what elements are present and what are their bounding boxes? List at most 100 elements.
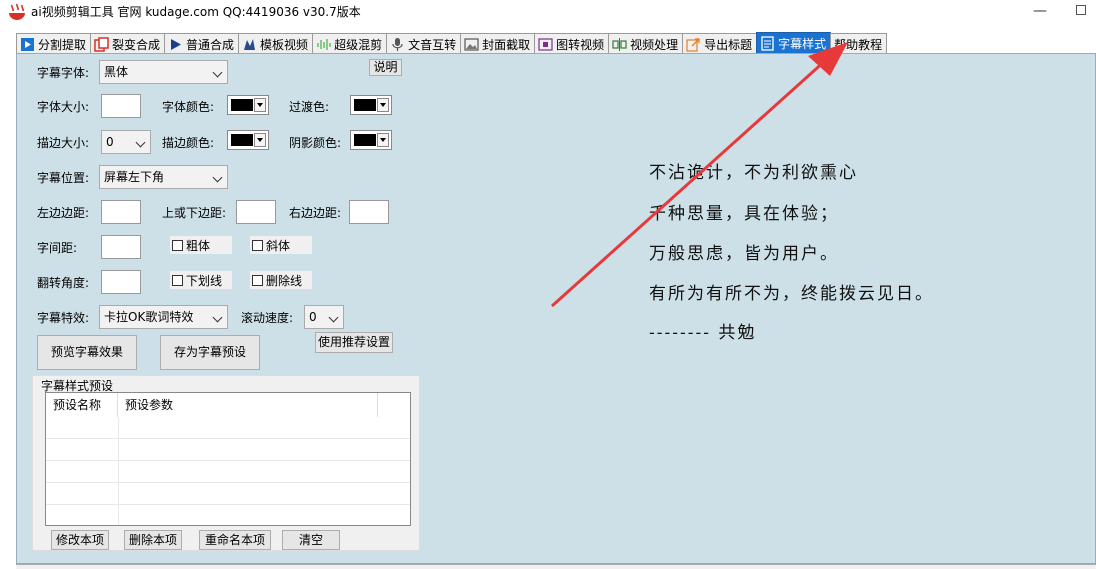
preview-line: 有所为有所不为，终能拨云见日。 [649,284,934,304]
microphone-icon [390,37,405,52]
strikethrough-checkbox[interactable]: 删除线 [250,271,312,289]
modify-preset-button[interactable]: 修改本项 [51,530,109,550]
stroke-color-label: 描边颜色: [162,136,215,150]
preview-line: -------- 共勉 [649,323,757,343]
tab-bar: 分割提取 裂变合成 普通合成 模板视频 超级混剪 文音互转 封面截取 图转视频 … [16,32,888,54]
scroll-speed-value: 0 [309,310,317,324]
tab-label: 字幕样式 [778,37,827,51]
preview-subtitle-button[interactable]: 预览字幕效果 [37,335,137,370]
strikethrough-label: 删除线 [266,273,303,288]
stroke-size-label: 描边大小: [37,136,90,150]
maximize-button[interactable] [1076,5,1086,15]
italic-label: 斜体 [266,238,291,253]
tab-normal-compose[interactable]: 普通合成 [164,33,240,54]
scroll-speed-select[interactable]: 0 [304,305,344,329]
italic-checkbox[interactable]: 斜体 [250,236,312,254]
save-preset-button[interactable]: 存为字幕预设 [160,335,260,370]
column-header-params[interactable]: 预设参数 [118,393,378,417]
tab-super-mix[interactable]: 超级混剪 [312,33,388,54]
subtitle-icon [760,36,775,51]
underline-checkbox[interactable]: 下划线 [170,271,232,289]
delete-preset-button[interactable]: 删除本项 [124,530,182,550]
tab-split-extract[interactable]: 分割提取 [16,33,92,54]
checkbox-box [252,239,263,251]
minimize-button[interactable]: — [1030,2,1050,20]
rename-preset-button[interactable]: 重命名本项 [199,530,271,550]
transition-color-label: 过渡色: [289,100,330,114]
tab-image-to-video[interactable]: 图转视频 [534,33,610,54]
color-swatch [354,134,376,146]
shadow-color-picker[interactable] [350,130,392,150]
help-button[interactable]: 说明 [369,59,402,76]
preset-groupbox: 字幕样式预设 预设名称 预设参数 修改本项 删除本项 重命名本项 清空 [32,375,420,551]
image-icon [464,37,479,52]
use-recommended-button[interactable]: 使用推荐设置 [315,332,393,353]
color-swatch [231,99,253,111]
underline-label: 下划线 [186,273,223,288]
font-color-label: 字体颜色: [162,100,215,114]
tab-label: 普通合成 [186,37,235,52]
effect-select[interactable]: 卡拉OK歌词特效 [99,305,228,329]
title-bar: ai视频剪辑工具 官网 kudage.com QQ:4419036 v30.7版… [0,0,1096,26]
stroke-size-value: 0 [106,135,114,149]
effect-select-value: 卡拉OK歌词特效 [104,310,194,324]
dropdown-arrow-icon [254,133,266,147]
tab-label: 超级混剪 [334,37,383,52]
tab-cover-capture[interactable]: 封面截取 [460,33,536,54]
scroll-speed-label: 滚动速度: [241,311,294,325]
position-select[interactable]: 屏幕左下角 [99,165,228,189]
tab-video-process[interactable]: 视频处理 [608,33,684,54]
bottom-strip [16,564,1096,569]
tab-help-tutorial[interactable]: 帮助教程 [830,33,888,54]
font-color-picker[interactable] [227,95,269,115]
vertical-margin-label: 上或下边距: [162,206,227,220]
tab-label: 帮助教程 [834,37,883,52]
column-header-name[interactable]: 预设名称 [46,393,118,417]
preview-line: 不沾诡计，不为利欲熏心 [649,163,858,183]
vertical-margin-input[interactable] [236,200,276,224]
left-margin-input[interactable] [101,200,141,224]
tab-text-audio[interactable]: 文音互转 [386,33,462,54]
stroke-color-picker[interactable] [227,130,269,150]
color-swatch [354,99,376,111]
app-logo-icon [9,3,25,20]
waveform-icon [316,37,331,52]
row-divider [46,504,410,505]
preview-line: 千种思量，具在体验； [649,204,839,224]
stroke-size-select[interactable]: 0 [101,130,151,154]
dropdown-arrow-icon [377,133,389,147]
letter-spacing-input[interactable] [101,235,141,259]
dropdown-arrow-icon [377,98,389,112]
right-margin-label: 右边边距: [289,206,342,220]
preview-line: 万般思虑，皆为用户。 [649,244,839,264]
preset-table[interactable]: 预设名称 预设参数 [45,392,411,526]
checkbox-box [172,239,183,251]
right-margin-input[interactable] [349,200,389,224]
font-size-input[interactable] [101,94,141,118]
font-select-value: 黑体 [104,65,129,79]
transition-color-picker[interactable] [350,95,392,115]
chevron-down-icon [212,172,223,183]
dropdown-arrow-icon [254,98,266,112]
template-icon [242,37,257,52]
tab-label: 分割提取 [38,37,87,52]
chevron-down-icon [135,137,146,148]
tab-fission-compose[interactable]: 裂变合成 [90,33,166,54]
bold-checkbox[interactable]: 粗体 [170,236,232,254]
font-label: 字幕字体: [37,66,90,80]
tab-subtitle-style[interactable]: 字幕样式 [756,32,832,54]
checkbox-box [252,274,263,286]
font-select[interactable]: 黑体 [99,60,228,84]
tab-label: 模板视频 [260,37,309,52]
font-size-label: 字体大小: [37,100,90,114]
tab-template-video[interactable]: 模板视频 [238,33,314,54]
split-icon [612,37,627,52]
tab-label: 图转视频 [556,37,605,52]
rotation-input[interactable] [101,270,141,294]
tab-export-titles[interactable]: 导出标题 [682,33,758,54]
chevron-down-icon [328,312,339,323]
color-swatch [231,134,253,146]
chevron-down-icon [212,67,223,78]
clear-presets-button[interactable]: 清空 [282,530,340,550]
rotation-label: 翻转角度: [37,276,90,290]
